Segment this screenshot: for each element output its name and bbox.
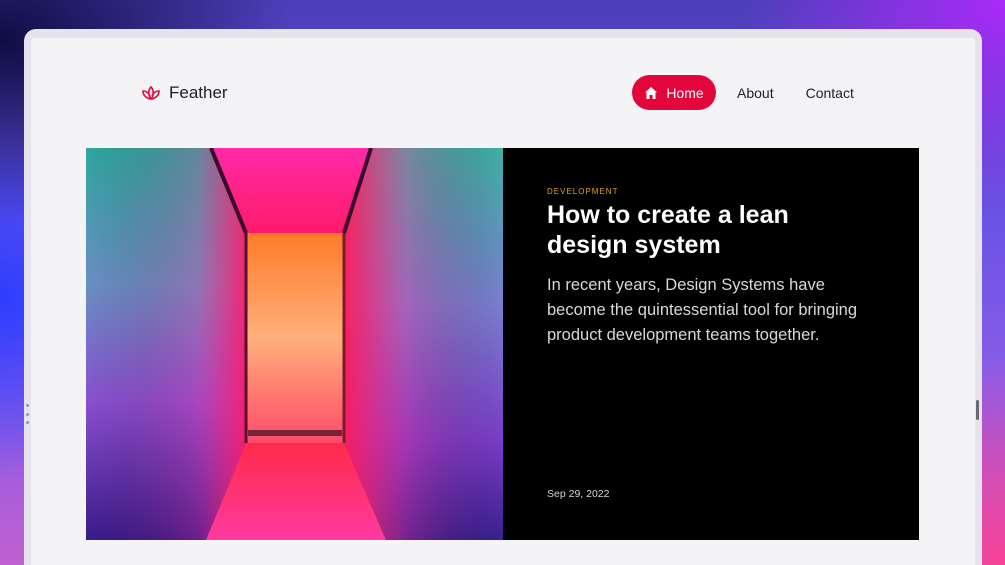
nav-home-button[interactable]: Home — [632, 75, 716, 110]
nav-contact-link[interactable]: Contact — [806, 85, 854, 101]
lotus-icon — [142, 85, 160, 101]
brand-name: Feather — [169, 83, 228, 102]
main-nav: Home About Contact — [632, 75, 854, 110]
featured-post-card[interactable]: DEVELOPMENT How to create a lean design … — [503, 148, 919, 540]
post-category[interactable]: DEVELOPMENT — [547, 187, 618, 196]
home-icon — [645, 86, 658, 99]
nav-about-link[interactable]: About — [737, 85, 774, 101]
post-excerpt: In recent years, Design Systems have bec… — [547, 276, 858, 344]
resize-handle-left[interactable] — [24, 404, 30, 424]
neon-corridor-image[interactable] — [86, 148, 503, 540]
post-date: Sep 29, 2022 — [547, 488, 610, 500]
scrollbar-thumb[interactable] — [976, 400, 979, 420]
brand-logo[interactable]: Feather — [141, 82, 228, 104]
post-title[interactable]: How to create a lean design system — [547, 200, 867, 260]
nav-home-label: Home — [666, 84, 704, 101]
